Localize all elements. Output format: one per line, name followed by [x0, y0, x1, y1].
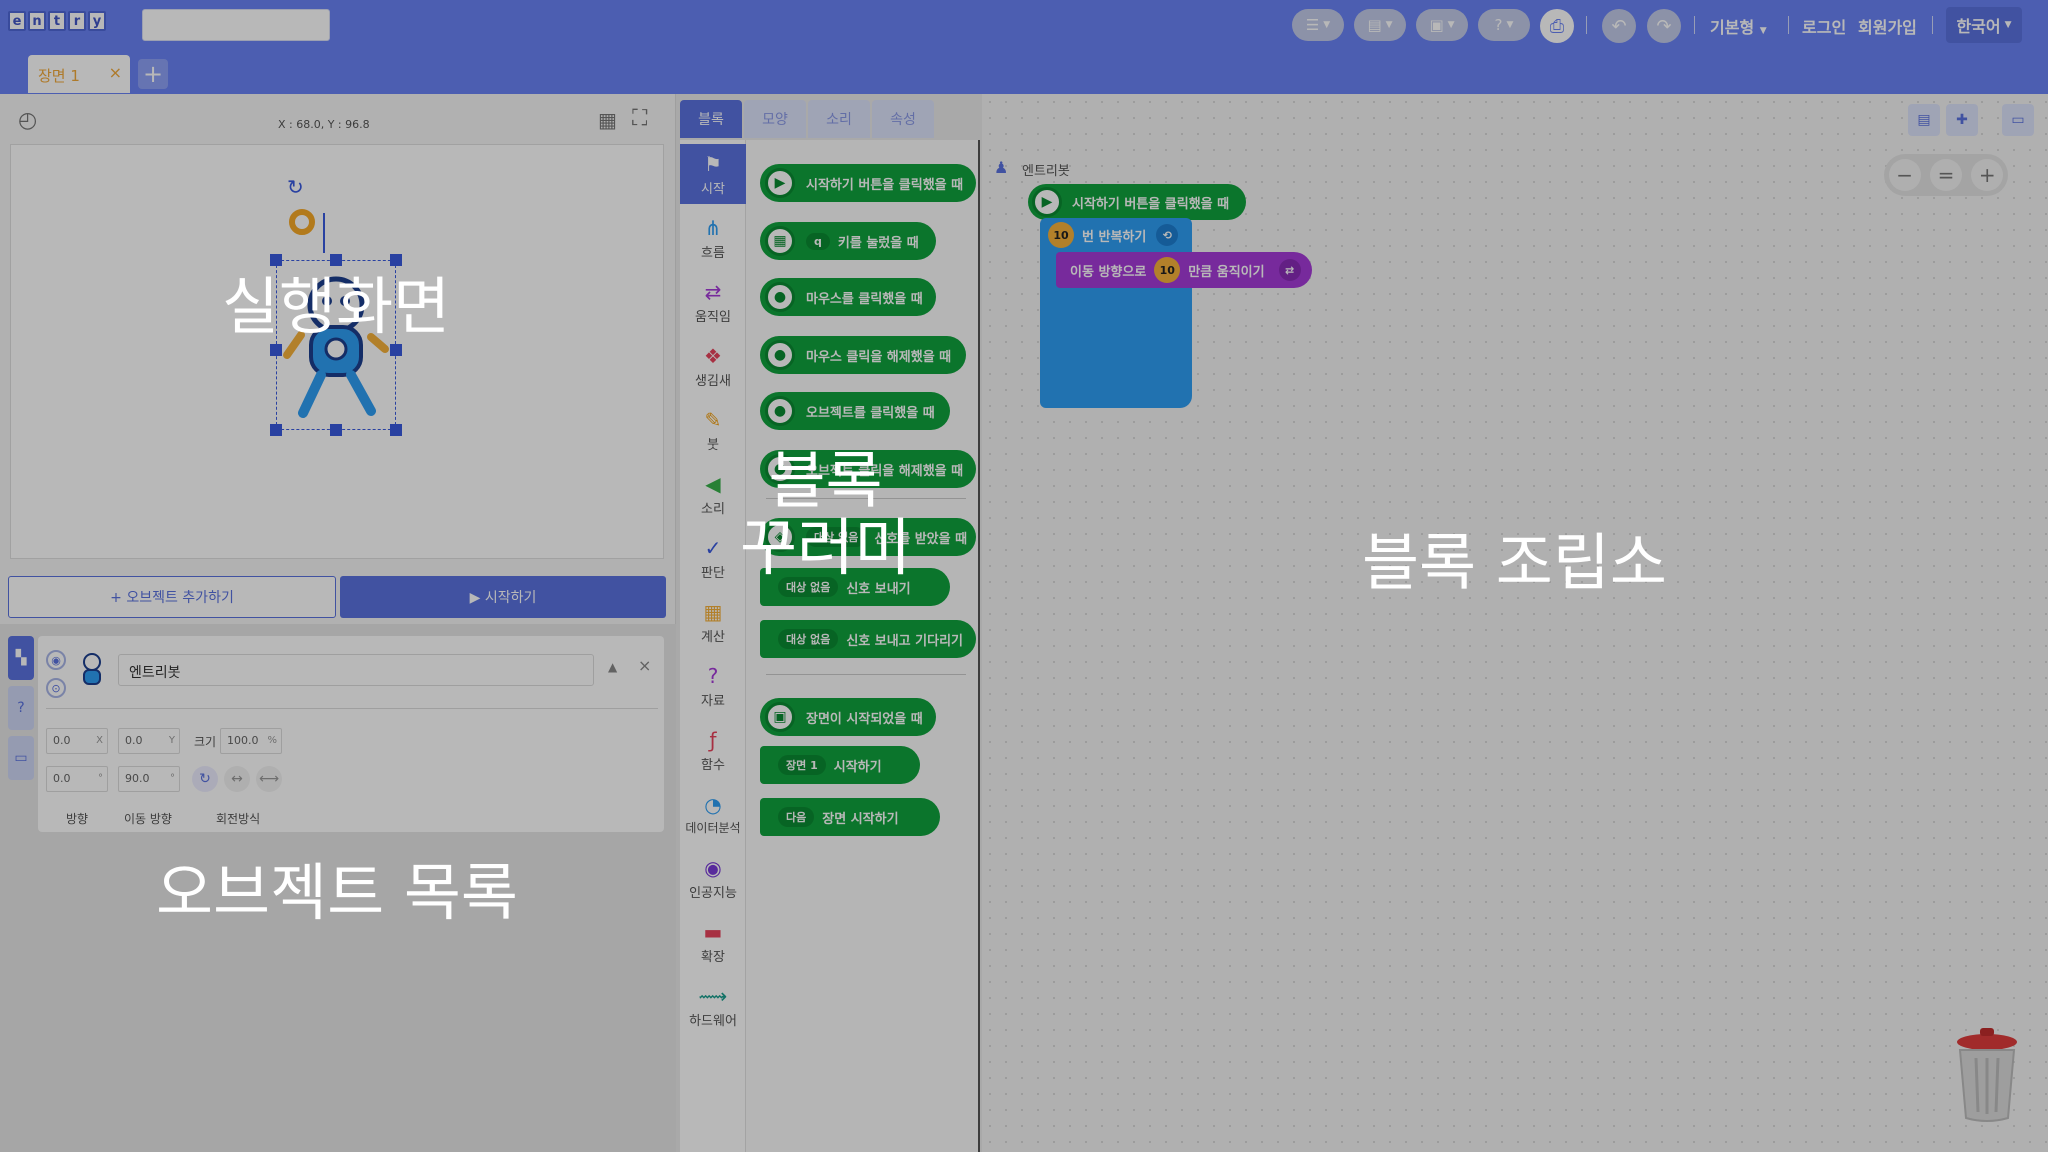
dim-overlay: [0, 0, 2048, 1152]
overlay-label-objects: 오브젝트 목록: [156, 856, 518, 929]
overlay-label-palette: 블록 꾸러미: [740, 444, 912, 584]
overlay-label-palette-line2: 꾸러미: [740, 510, 912, 584]
overlay-label-stage: 실행화면: [222, 270, 451, 343]
overlay-label-workspace: 블록 조립소: [1362, 526, 1667, 599]
overlay-label-palette-line1: 블록: [768, 444, 883, 517]
